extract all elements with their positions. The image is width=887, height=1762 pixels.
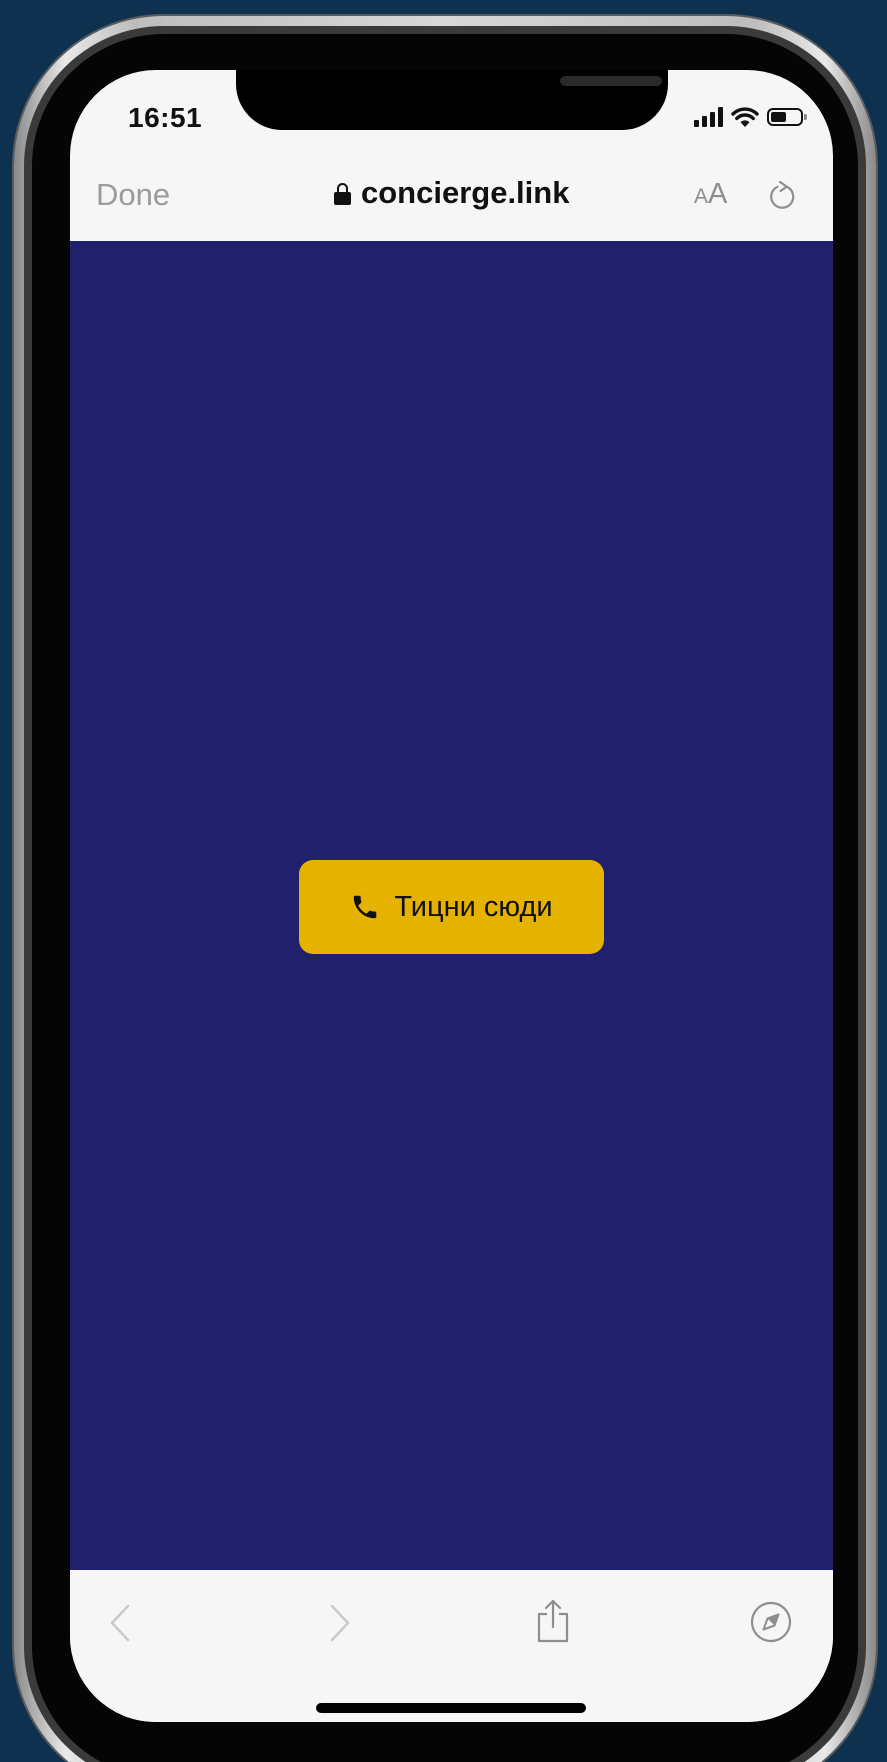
text-size-button[interactable]: AA bbox=[694, 178, 727, 211]
call-button-label: Тицни сюди bbox=[394, 890, 553, 923]
status-icons bbox=[694, 104, 807, 130]
battery-icon bbox=[767, 108, 807, 126]
lock-icon bbox=[334, 183, 351, 205]
home-indicator bbox=[316, 1703, 586, 1713]
address-bar[interactable]: concierge.link bbox=[334, 175, 569, 211]
back-icon[interactable] bbox=[108, 1603, 132, 1643]
notch bbox=[236, 70, 668, 130]
phone-screen: 16:51 Done concierge.link AA Тицни сюди bbox=[70, 70, 833, 1722]
signal-icon bbox=[694, 107, 723, 127]
forward-icon[interactable] bbox=[328, 1603, 352, 1643]
url-text: concierge.link bbox=[361, 175, 570, 210]
reload-icon[interactable] bbox=[768, 179, 798, 211]
status-time: 16:51 bbox=[128, 102, 203, 133]
done-button[interactable]: Done bbox=[96, 177, 170, 213]
notch-speaker bbox=[560, 76, 662, 86]
wifi-icon bbox=[731, 107, 759, 127]
web-content: Тицни сюди bbox=[70, 241, 833, 1570]
call-button[interactable]: Тицни сюди bbox=[299, 860, 604, 954]
text-size-large-label: A bbox=[708, 178, 728, 210]
share-icon[interactable] bbox=[535, 1598, 571, 1644]
compass-icon[interactable] bbox=[750, 1601, 792, 1643]
text-size-small-label: A bbox=[694, 185, 709, 208]
phone-icon bbox=[354, 895, 377, 919]
bottom-toolbar bbox=[70, 1570, 833, 1722]
